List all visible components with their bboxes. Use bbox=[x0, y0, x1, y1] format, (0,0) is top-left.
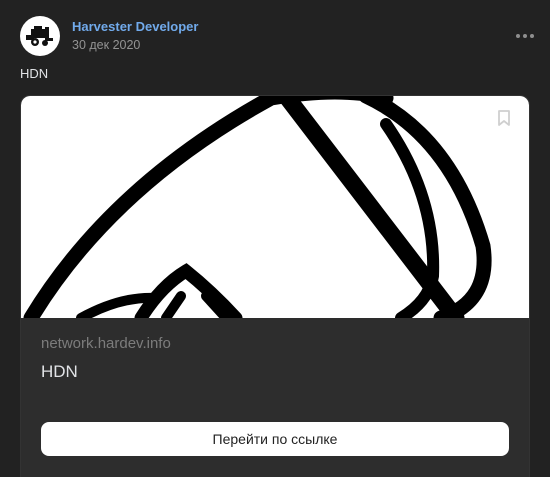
author-block: Harvester Developer 30 дек 2020 bbox=[72, 18, 198, 54]
more-options-button[interactable] bbox=[516, 28, 534, 44]
post-text: HDN bbox=[20, 66, 49, 81]
link-snippet-card[interactable]: network.hardev.info HDN Перейти по ссылк… bbox=[20, 95, 530, 477]
bookmark-button[interactable] bbox=[491, 105, 517, 131]
more-dot bbox=[530, 34, 534, 38]
snippet-artwork bbox=[23, 96, 492, 318]
more-horizontal-icon bbox=[516, 34, 520, 38]
more-dot bbox=[523, 34, 527, 38]
post-header: Harvester Developer 30 дек 2020 bbox=[20, 16, 198, 56]
author-name-link[interactable]: Harvester Developer bbox=[72, 18, 198, 36]
wall-post: Harvester Developer 30 дек 2020 HDN netw… bbox=[0, 0, 550, 477]
post-date[interactable]: 30 дек 2020 bbox=[72, 36, 198, 54]
snippet-domain: network.hardev.info bbox=[41, 335, 171, 352]
open-link-button[interactable]: Перейти по ссылке bbox=[41, 422, 509, 456]
snippet-image[interactable] bbox=[21, 96, 529, 318]
harvester-logo-icon bbox=[26, 26, 53, 46]
avatar[interactable] bbox=[20, 16, 60, 56]
bookmark-icon bbox=[492, 106, 516, 130]
snippet-title[interactable]: HDN bbox=[41, 362, 78, 382]
